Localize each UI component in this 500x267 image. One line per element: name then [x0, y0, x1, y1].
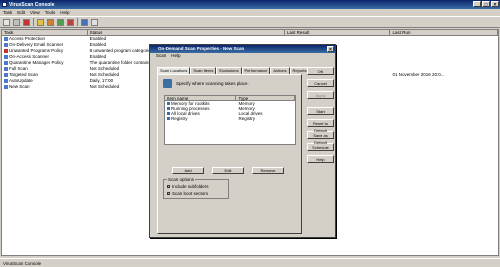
status-bar: VirusScan Console	[0, 258, 500, 267]
checkbox-box[interactable]	[167, 184, 170, 189]
column-task[interactable]: Task	[2, 30, 88, 35]
remove-button[interactable]: Remove	[252, 167, 284, 174]
scan-properties-dialog: On-Demand Scan Properties - New Scan × S…	[149, 44, 336, 238]
toolbar	[0, 16, 500, 28]
help-icon[interactable]	[91, 18, 98, 26]
tab-scan-items[interactable]: Scan Items	[190, 67, 217, 74]
paste-icon[interactable]	[47, 18, 54, 26]
menu-view[interactable]: View	[30, 10, 40, 15]
reset-to-default-button[interactable]: Reset to Default	[307, 119, 334, 133]
unwanted-programs-icon	[4, 48, 8, 53]
scan-icon	[4, 72, 8, 77]
app-title: VirusScan Console	[9, 1, 55, 8]
dialog-close-button[interactable]: ×	[327, 46, 334, 53]
column-status[interactable]: Status	[88, 30, 285, 35]
start-button[interactable]: Start	[307, 107, 334, 115]
quarantine-icon	[4, 60, 8, 65]
dialog-menu-help[interactable]: Help	[171, 53, 180, 59]
include-subfolders-checkbox[interactable]: Include subfolders	[167, 184, 209, 189]
tab-performance[interactable]: Performance	[241, 67, 271, 74]
minimize-button[interactable]: _	[473, 1, 481, 8]
scan-locations-icon	[163, 79, 172, 88]
description-text: Specify where scanning takes place.	[176, 81, 249, 86]
column-item-name[interactable]: Item name	[165, 96, 237, 101]
tab-exclusions[interactable]: Exclusions	[216, 67, 242, 74]
delete-icon[interactable]	[23, 18, 30, 26]
panel-description: Specify where scanning takes place.	[163, 79, 249, 88]
update-icon	[4, 78, 8, 83]
list-item[interactable]: Registry Registry	[165, 116, 295, 121]
apply-button[interactable]: Apply	[307, 91, 334, 99]
scan-options-label: Scan options	[167, 177, 196, 182]
menubar: Task Edit View Tools Help	[0, 9, 500, 16]
main-titlebar: VirusScan Console _ □ ×	[0, 0, 500, 9]
memory-icon	[167, 102, 170, 106]
app-icon	[2, 2, 7, 7]
close-button[interactable]: ×	[491, 1, 499, 8]
new-task-icon[interactable]	[3, 18, 10, 26]
schedule-button[interactable]: Schedule	[307, 143, 334, 151]
column-last-run[interactable]: Last Run	[390, 30, 498, 35]
help-button[interactable]: Help	[307, 155, 334, 163]
items-buttons: Add Edit Remove	[172, 167, 284, 174]
dialog-menu-scan[interactable]: Scan	[156, 53, 166, 59]
shield-icon	[4, 36, 8, 41]
properties-icon[interactable]	[13, 18, 20, 26]
stop-icon[interactable]	[67, 18, 74, 26]
dialog-titlebar: On-Demand Scan Properties - New Scan ×	[150, 45, 335, 53]
menu-edit[interactable]: Edit	[17, 10, 25, 15]
info-icon[interactable]	[81, 18, 88, 26]
scan-icon	[4, 84, 8, 89]
window-controls: _ □ ×	[473, 1, 499, 8]
registry-icon	[167, 117, 170, 121]
tab-actions[interactable]: Actions	[270, 67, 290, 74]
dialog-menubar: Scan Help	[150, 53, 335, 59]
edit-button[interactable]: Edit	[212, 167, 244, 174]
tab-scan-locations[interactable]: Scan Locations	[157, 67, 191, 74]
drive-icon	[167, 112, 170, 116]
column-type[interactable]: Type	[236, 96, 295, 101]
copy-icon[interactable]	[37, 18, 44, 26]
dialog-tabs: Scan Locations Scan Items Exclusions Per…	[157, 67, 310, 74]
cancel-button[interactable]: Cancel	[307, 79, 334, 87]
maximize-button[interactable]: □	[482, 1, 490, 8]
add-button[interactable]: Add	[172, 167, 204, 174]
scan-options-group: Scan options Include subfolders Scan boo…	[163, 177, 229, 199]
menu-tools[interactable]: Tools	[45, 10, 56, 15]
toolbar-separator	[77, 18, 78, 26]
scanner-icon	[4, 54, 8, 59]
start-icon[interactable]	[57, 18, 64, 26]
checkbox-box[interactable]	[167, 191, 170, 196]
memory-icon	[167, 107, 170, 111]
column-last-result[interactable]: Last Result	[285, 30, 391, 35]
dialog-action-buttons: OK Cancel Apply Start Reset to Default S…	[307, 67, 334, 167]
scan-icon	[4, 66, 8, 71]
email-icon	[4, 42, 8, 47]
save-as-default-button[interactable]: Save as Default	[307, 131, 334, 145]
scan-boot-sectors-checkbox[interactable]: Scan boot sectors	[167, 191, 208, 196]
menu-task[interactable]: Task	[3, 10, 12, 15]
scan-locations-panel: Specify where scanning takes place. Item…	[157, 74, 302, 234]
dialog-title: On-Demand Scan Properties - New Scan	[158, 46, 245, 51]
menu-help[interactable]: Help	[60, 10, 69, 15]
toolbar-separator	[33, 18, 34, 26]
ok-button[interactable]: OK	[307, 67, 334, 75]
items-list: Item name Type Memory for rootkits Memor…	[164, 95, 296, 145]
